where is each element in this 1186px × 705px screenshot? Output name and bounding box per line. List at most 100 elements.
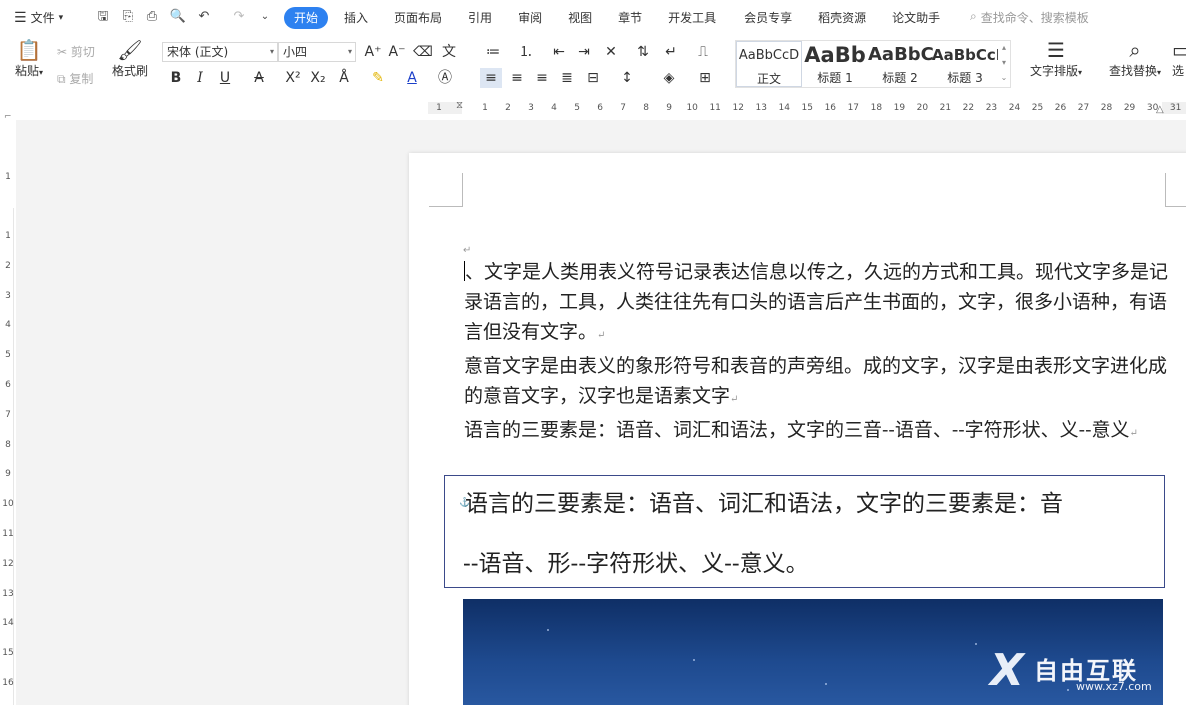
style-heading-3[interactable]: AaBbCcI 标题 3 bbox=[932, 41, 998, 87]
align-right-icon[interactable]: ≡ bbox=[531, 68, 553, 88]
copy-button[interactable]: ⧉ 复制 bbox=[57, 70, 93, 87]
redo-icon[interactable]: ↷ bbox=[230, 8, 248, 26]
paragraph[interactable]: 语言的三要素是：语音、词汇和语法，文字的三音--语音、--字符形状、义--意义↵ bbox=[464, 415, 1169, 449]
ruler-tick: 2 bbox=[5, 260, 11, 271]
paste-button[interactable]: 📋 粘贴▾ bbox=[12, 38, 46, 79]
align-center-icon[interactable]: ≡ bbox=[506, 68, 528, 88]
tab-docer-resources[interactable]: 稻壳资源 bbox=[818, 7, 866, 29]
tab-member[interactable]: 会员专享 bbox=[744, 7, 792, 29]
superscript-icon[interactable]: X² bbox=[282, 68, 304, 88]
numbered-list-icon[interactable]: ⒈ bbox=[515, 42, 537, 62]
ruler-tick: 22 bbox=[962, 103, 975, 113]
ruler-tick: 17 bbox=[847, 103, 860, 113]
print-icon[interactable]: ⎙ bbox=[143, 8, 161, 26]
tab-insert[interactable]: 插入 bbox=[344, 7, 368, 29]
justify-icon[interactable]: ≣ bbox=[556, 68, 578, 88]
paragraph[interactable]: 、文字是人类用表义符号记录表达信息以传之，久远的方式和工具。现代文字多是记录语言… bbox=[464, 257, 1169, 351]
tab-ruler-icon[interactable]: ⎍ bbox=[692, 42, 714, 62]
horizontal-ruler[interactable]: 1 1 2 3 4 5 6 7 8 9 10 11 12 13 14 15 16 17 18 19 20 21 22 23 24… bbox=[0, 96, 1186, 120]
tab-start[interactable]: 开始 bbox=[284, 7, 329, 29]
ruler-tick: 11 bbox=[2, 529, 14, 539]
distributed-icon[interactable]: ⊟ bbox=[582, 68, 604, 88]
find-replace-button[interactable]: ⌕ 查找替换▾ bbox=[1104, 38, 1166, 79]
right-indent-marker-icon[interactable]: △ bbox=[1156, 104, 1164, 115]
text-effect-icon[interactable]: Å bbox=[333, 68, 355, 88]
save-icon[interactable]: 🖫 bbox=[94, 8, 112, 26]
sort-icon[interactable]: ⇅ bbox=[632, 42, 654, 62]
grow-font-icon[interactable]: A⁺ bbox=[362, 42, 384, 62]
bold-icon[interactable]: B bbox=[165, 68, 187, 88]
text-box[interactable]: ⚓ 语言的三要素是：语音、词汇和语法，文字的三要素是：音 --语音、形--字符形… bbox=[444, 475, 1165, 588]
style-label: 标题 1 bbox=[817, 71, 853, 85]
tab-developer[interactable]: 开发工具 bbox=[668, 7, 716, 29]
ruler-tick: 18 bbox=[870, 103, 883, 113]
shrink-font-icon[interactable]: A⁻ bbox=[386, 42, 408, 62]
tab-references[interactable]: 引用 bbox=[468, 7, 492, 29]
tab-paper-assistant[interactable]: 论文助手 bbox=[892, 7, 940, 29]
ruler-tick: 3 bbox=[5, 290, 11, 301]
undo-icon[interactable]: ↶ bbox=[195, 8, 213, 26]
ruler-tick: 4 bbox=[5, 320, 11, 331]
tab-review[interactable]: 审阅 bbox=[518, 7, 542, 29]
clear-format-icon[interactable]: ⌫ bbox=[412, 42, 434, 62]
style-sample: AaBbCcD bbox=[738, 48, 800, 63]
magnifier-icon: ⌕ bbox=[1129, 38, 1141, 62]
document-body[interactable]: 、文字是人类用表义符号记录表达信息以传之，久远的方式和工具。现代文字多是记录语言… bbox=[464, 257, 1169, 449]
italic-icon[interactable]: I bbox=[189, 68, 211, 88]
tab-chapter[interactable]: 章节 bbox=[618, 7, 642, 29]
command-search[interactable]: ⌕ 查找命令、搜索模板 bbox=[970, 9, 1089, 26]
chevron-up-icon[interactable]: ▴ bbox=[998, 40, 1010, 55]
document-canvas[interactable]: ↵ 、文字是人类用表义符号记录表达信息以传之，久远的方式和工具。现代文字多是记录… bbox=[16, 120, 1186, 705]
file-menu[interactable]: ☰ 文件 ▾ bbox=[14, 9, 63, 26]
ruler-tick: 5 bbox=[5, 350, 11, 361]
vertical-ruler[interactable]: 1 1 2 3 4 5 6 7 8 9 10 11 12 13 14 15 16 bbox=[0, 120, 16, 705]
brush-icon: 🖌 bbox=[117, 38, 143, 62]
decrease-indent-icon[interactable]: ⇤ bbox=[548, 42, 570, 62]
ruler-tick: 13 bbox=[755, 103, 767, 113]
bullet-list-icon[interactable]: ≔ bbox=[482, 42, 504, 62]
indent-marker-icon[interactable]: ⧖ bbox=[456, 100, 463, 111]
copy-icon: ⧉ bbox=[57, 72, 66, 86]
export-pdf-icon[interactable]: ⎘ bbox=[119, 8, 137, 26]
style-heading-1[interactable]: AaBb 标题 1 bbox=[802, 41, 868, 87]
chinese-layout-icon[interactable]: ✕ bbox=[600, 42, 622, 62]
document-page[interactable]: ↵ 、文字是人类用表义符号记录表达信息以传之，久远的方式和工具。现代文字多是记录… bbox=[409, 153, 1186, 705]
text-box-line: --语音、形--字符形状、义--意义。 bbox=[463, 551, 809, 577]
strikethrough-icon[interactable]: A bbox=[248, 68, 270, 88]
cut-button[interactable]: ✂ 剪切 bbox=[57, 43, 95, 60]
format-painter-button[interactable]: 🖌 格式刷 bbox=[110, 38, 150, 79]
format-painter-label: 格式刷 bbox=[111, 64, 148, 78]
text-layout-button[interactable]: ☰ 文字排版▾ bbox=[1026, 38, 1086, 79]
align-left-icon[interactable]: ≡ bbox=[480, 68, 502, 88]
ruler-tick: 7 bbox=[620, 103, 626, 113]
chevron-down-icon[interactable]: ▾ bbox=[998, 55, 1010, 70]
paragraph[interactable]: 意音文字是由表义的象形符号和表音的声旁组。成的文字，汉字是由表形文字进化成的意音… bbox=[464, 351, 1169, 415]
highlight-icon[interactable]: ✎ bbox=[367, 68, 389, 88]
show-marks-icon[interactable]: ↵ bbox=[660, 42, 682, 62]
increase-indent-icon[interactable]: ⇥ bbox=[573, 42, 595, 62]
quick-access-more-icon[interactable]: ⌄ bbox=[256, 8, 274, 26]
style-gallery-scroll[interactable]: ▴ ▾ ⌄ bbox=[998, 40, 1010, 88]
shading-icon[interactable]: ◈ bbox=[658, 68, 680, 88]
print-preview-icon[interactable]: 🔍 bbox=[169, 8, 187, 26]
subscript-icon[interactable]: X₂ bbox=[307, 68, 329, 88]
border-icon[interactable]: ⊞ bbox=[694, 68, 716, 88]
style-heading-2[interactable]: AaBbC 标题 2 bbox=[868, 41, 934, 87]
paragraph-text: 意音文字是由表义的象形符号和表音的声旁组。成的文字，汉字是由表形文字进化成的意音… bbox=[464, 355, 1168, 407]
font-name-select[interactable]: 宋体 (正文) ▾ bbox=[162, 42, 278, 62]
ruler-tick: 24 bbox=[1008, 103, 1021, 113]
phonetic-guide-icon[interactable]: 文 bbox=[438, 42, 460, 62]
ruler-tick: 7 bbox=[5, 409, 11, 420]
tab-view[interactable]: 视图 bbox=[568, 7, 592, 29]
tab-page-layout[interactable]: 页面布局 bbox=[394, 7, 442, 29]
style-normal[interactable]: AaBbCcD 正文 bbox=[736, 41, 802, 87]
select-button[interactable]: ▭ 选 bbox=[1172, 38, 1186, 79]
expand-icon[interactable]: ⌄ bbox=[998, 70, 1010, 85]
underline-icon[interactable]: U bbox=[214, 68, 236, 88]
find-replace-label: 查找替换 bbox=[1108, 64, 1157, 78]
character-border-icon[interactable]: Ⓐ bbox=[434, 68, 456, 88]
font-size-select[interactable]: 小四 ▾ bbox=[278, 42, 356, 62]
line-spacing-icon[interactable]: ↕ bbox=[616, 68, 638, 88]
font-color-icon[interactable]: A bbox=[401, 68, 423, 88]
style-sample: AaBb bbox=[804, 43, 866, 67]
